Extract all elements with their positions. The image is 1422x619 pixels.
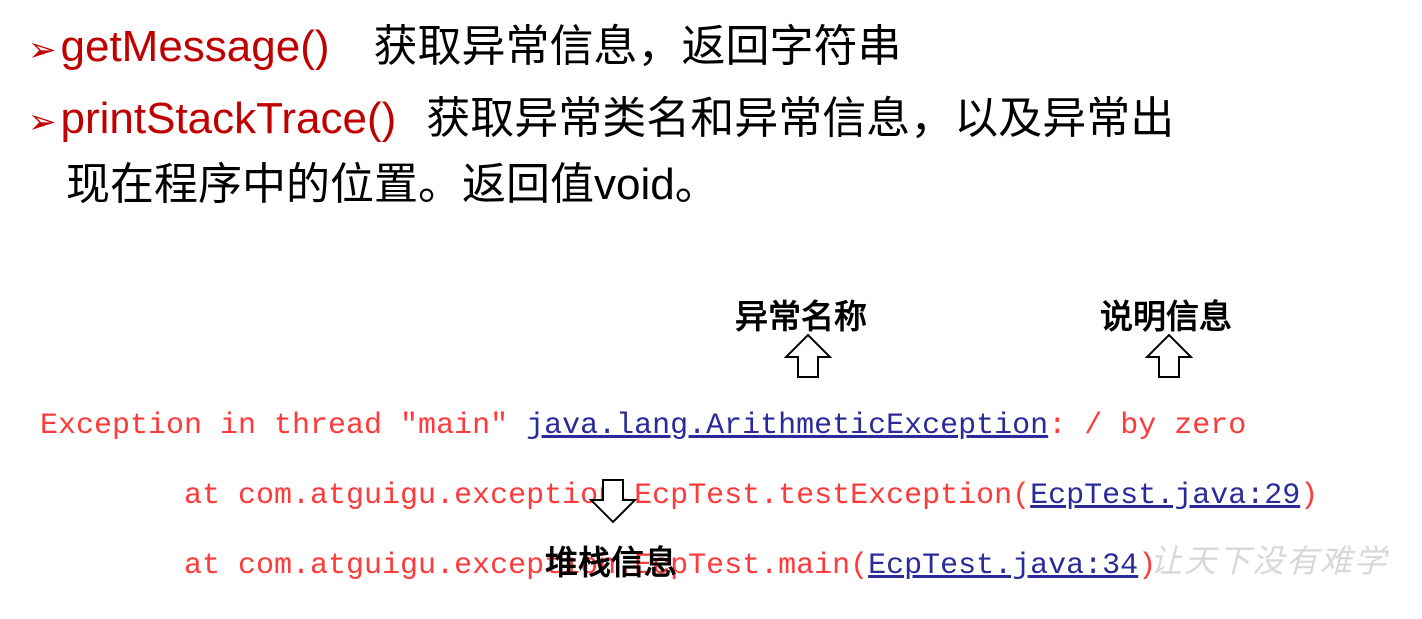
- method-name: printStackTrace(): [60, 94, 397, 143]
- watermark: 让天下没有难学: [1150, 542, 1389, 580]
- trace-line: at com.atguigu.exception.EcpTest.testExc…: [40, 479, 1319, 513]
- label-message: 说明信息: [1100, 298, 1232, 335]
- arrow-bullet-icon: ➢: [28, 103, 57, 141]
- bullet-getmessage: ➢getMessage() 获取异常信息，返回字符串: [28, 10, 902, 74]
- label-exception-name: 异常名称: [735, 298, 867, 335]
- trace-line: Exception in thread "main" java.lang.Ari…: [40, 409, 1247, 443]
- arrow-bullet-icon: ➢: [28, 31, 57, 69]
- method-desc: 获取异常类名和异常信息，以及异常出: [426, 94, 1175, 143]
- exception-class-link[interactable]: java.lang.ArithmeticException: [526, 409, 1048, 443]
- method-desc-continued: 现在程序中的位置。返回值void。: [66, 160, 719, 209]
- down-arrow-icon: [589, 479, 637, 524]
- method-name: getMessage(): [60, 22, 330, 71]
- source-link[interactable]: EcpTest.java:34: [868, 549, 1138, 583]
- source-link[interactable]: EcpTest.java:29: [1030, 479, 1300, 513]
- up-arrow-icon: [784, 333, 832, 378]
- label-stack: 堆栈信息: [545, 544, 677, 581]
- bullet-printstacktrace: ➢printStackTrace() 获取异常类名和异常信息，以及异常出: [28, 82, 1174, 146]
- method-desc: 获取异常信息，返回字符串: [373, 22, 902, 71]
- trace-line: at com.atguigu.exception.EcpTest.main(Ec…: [40, 549, 1157, 583]
- stack-trace: Exception in thread "main" java.lang.Ari…: [40, 374, 1318, 619]
- up-arrow-icon: [1145, 333, 1193, 378]
